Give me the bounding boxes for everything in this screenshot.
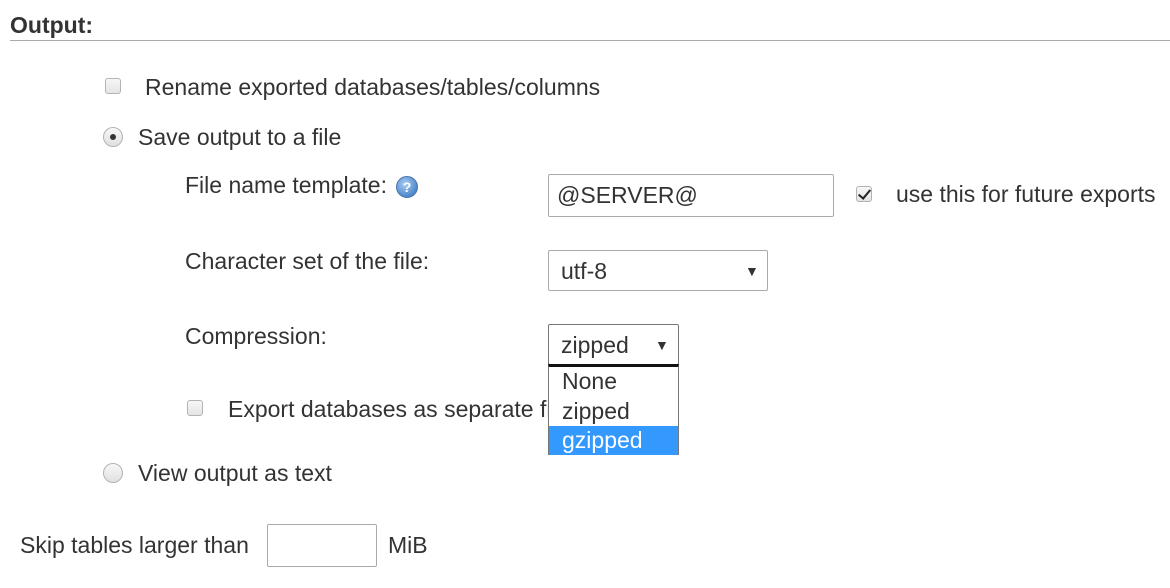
chevron-down-icon: ▼ [655,337,669,353]
future-exports-checkbox[interactable] [856,186,872,202]
file-name-template-input[interactable] [548,174,834,217]
section-divider [10,40,1170,41]
view-as-text-label[interactable]: View output as text [138,460,332,487]
save-to-file-label[interactable]: Save output to a file [138,124,341,151]
skip-tables-input[interactable] [267,524,377,567]
view-as-text-radio[interactable] [103,463,123,483]
separate-files-label[interactable]: Export databases as separate fi [228,396,551,423]
section-title: Output: [10,12,94,38]
file-name-template-label: File name template: [185,172,387,198]
separate-files-checkbox[interactable] [187,400,203,416]
compression-option[interactable]: None [549,367,678,397]
charset-value: utf-8 [561,258,608,284]
rename-label[interactable]: Rename exported databases/tables/columns [145,74,600,101]
compression-label: Compression: [185,323,327,349]
skip-tables-unit: MiB [388,532,428,558]
charset-label: Character set of the file: [185,248,430,274]
help-icon[interactable]: ? [396,176,418,198]
compression-value: zipped [561,332,629,358]
chevron-down-icon: ▼ [745,263,759,279]
skip-tables-label: Skip tables larger than [20,532,249,558]
charset-select[interactable]: utf-8 ▼ [548,250,768,291]
rename-checkbox[interactable] [105,78,121,94]
compression-select[interactable]: zipped ▼ [548,324,679,365]
export-output-panel: Output: Rename exported databases/tables… [0,0,1170,588]
compression-option[interactable]: zipped [549,397,678,427]
save-to-file-radio[interactable] [103,127,123,147]
compression-dropdown-list[interactable]: None zipped gzipped [548,364,679,455]
future-exports-label[interactable]: use this for future exports [896,181,1156,208]
compression-option-highlighted[interactable]: gzipped [549,426,678,455]
